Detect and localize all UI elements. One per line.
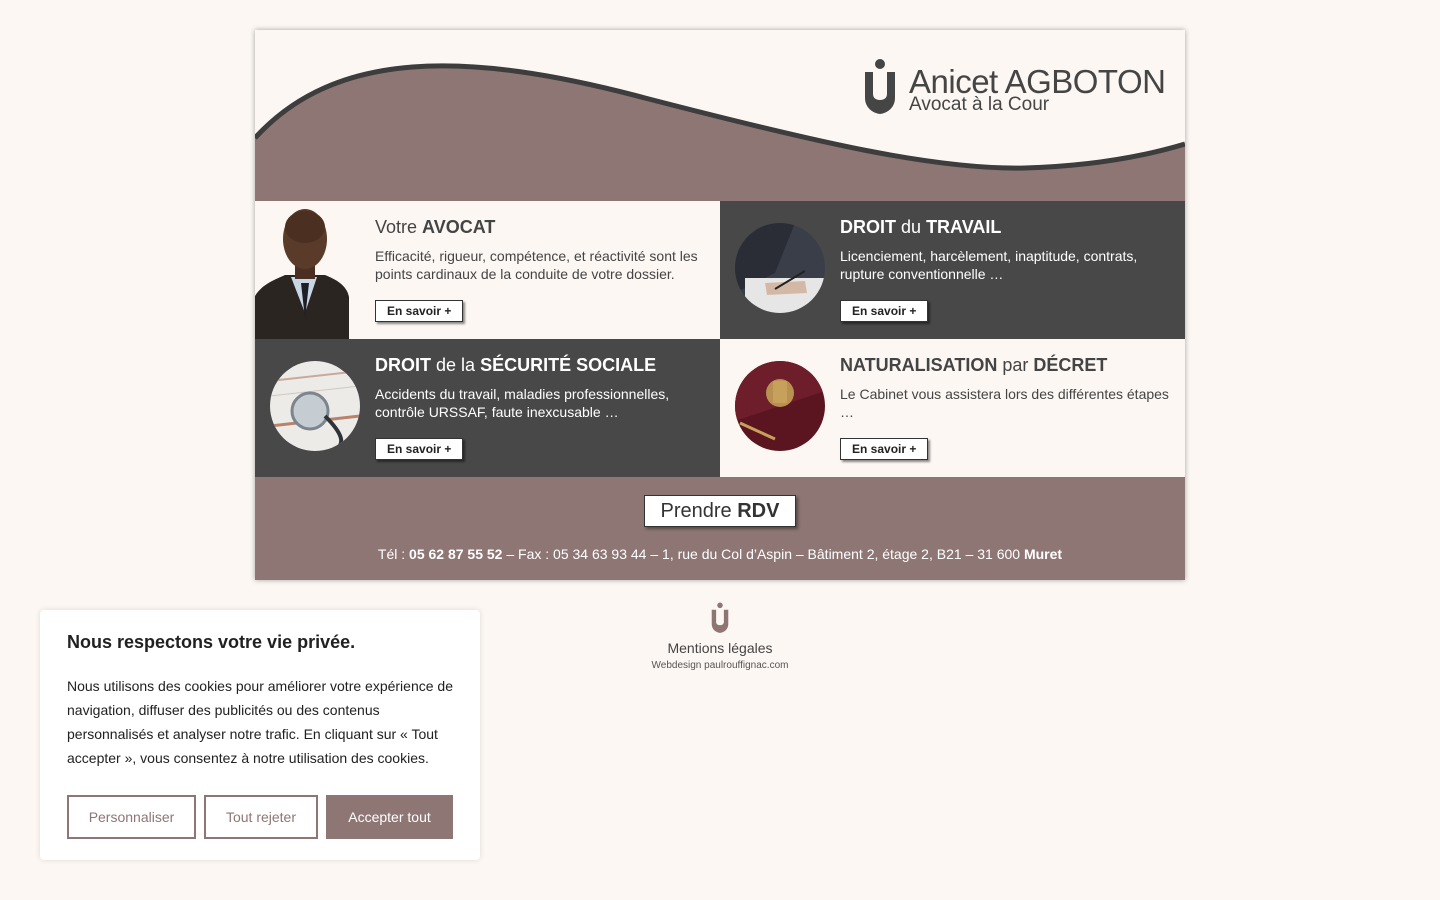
tile-text: Accidents du travail, maladies professio… xyxy=(375,386,670,420)
accept-all-button[interactable]: Accepter tout xyxy=(326,795,453,839)
contact-line: Tél : 05 62 87 55 52 – Fax : 05 34 63 93… xyxy=(377,546,1063,562)
tile-avocat: Votre AVOCAT Efficacité, rigueur, compét… xyxy=(255,201,720,339)
tile-droit-travail: DROIT du TRAVAIL Licenciement, harcèleme… xyxy=(720,201,1185,339)
tile-text: Licenciement, harcèlement, inaptitude, c… xyxy=(840,248,1138,282)
tile-title: DROIT du TRAVAIL xyxy=(840,217,1002,237)
legal-notice-link[interactable]: Mentions légales xyxy=(620,640,820,656)
reject-all-button[interactable]: Tout rejeter xyxy=(204,795,318,839)
passport-photo xyxy=(735,361,825,451)
cookie-title: Nous respectons votre vie privée. xyxy=(67,632,356,652)
services-grid: Votre AVOCAT Efficacité, rigueur, compét… xyxy=(255,201,1185,477)
tile-text: Efficacité, rigueur, compétence, et réac… xyxy=(375,248,698,282)
webdesign-credit-link[interactable]: Webdesign paulrouffignac.com xyxy=(620,660,820,671)
lawyer-logo-icon xyxy=(865,59,895,114)
learn-more-button[interactable]: En savoir + xyxy=(375,300,464,322)
lawyer-subtitle: Avocat à la Cour xyxy=(909,94,1050,115)
header: Anicet AGBOTON Avocat à la Cour xyxy=(255,30,1185,201)
lawyer-logo-icon xyxy=(711,602,729,633)
contact-band: Prendre RDV Tél : 05 62 87 55 52 – Fax :… xyxy=(255,477,1185,580)
tile-text: Le Cabinet vous assistera lors des diffé… xyxy=(840,386,1169,420)
tile-securite-sociale: DROIT de la SÉCURITÉ SOCIALE Accidents d… xyxy=(255,339,720,477)
tile-title: DROIT de la SÉCURITÉ SOCIALE xyxy=(375,355,657,375)
tile-title: NATURALISATION par DÉCRET xyxy=(840,355,1108,375)
cookie-text: Nous utilisons des cookies pour améliore… xyxy=(67,678,453,766)
customize-button[interactable]: Personnaliser xyxy=(67,795,196,839)
stethoscope-photo xyxy=(270,361,360,451)
site-card: Anicet AGBOTON Avocat à la Cour Votre AV… xyxy=(255,30,1185,580)
cookie-banner: Nous respectons votre vie privée. Nous u… xyxy=(40,610,480,860)
lawyer-portrait xyxy=(255,201,355,339)
appointment-button[interactable]: Prendre RDV xyxy=(644,495,796,527)
learn-more-button[interactable]: En savoir + xyxy=(375,438,464,460)
signing-photo xyxy=(735,223,825,313)
learn-more-button[interactable]: En savoir + xyxy=(840,300,929,322)
tile-title: Votre AVOCAT xyxy=(375,217,496,237)
page-footer: Mentions légales Webdesign paulrouffigna… xyxy=(620,602,820,671)
logo[interactable]: Anicet AGBOTON Avocat à la Cour xyxy=(863,58,1166,118)
learn-more-button[interactable]: En savoir + xyxy=(840,438,929,460)
phone-link[interactable]: 05 62 87 55 52 xyxy=(409,546,502,562)
tile-naturalisation: NATURALISATION par DÉCRET Le Cabinet vou… xyxy=(720,339,1185,477)
